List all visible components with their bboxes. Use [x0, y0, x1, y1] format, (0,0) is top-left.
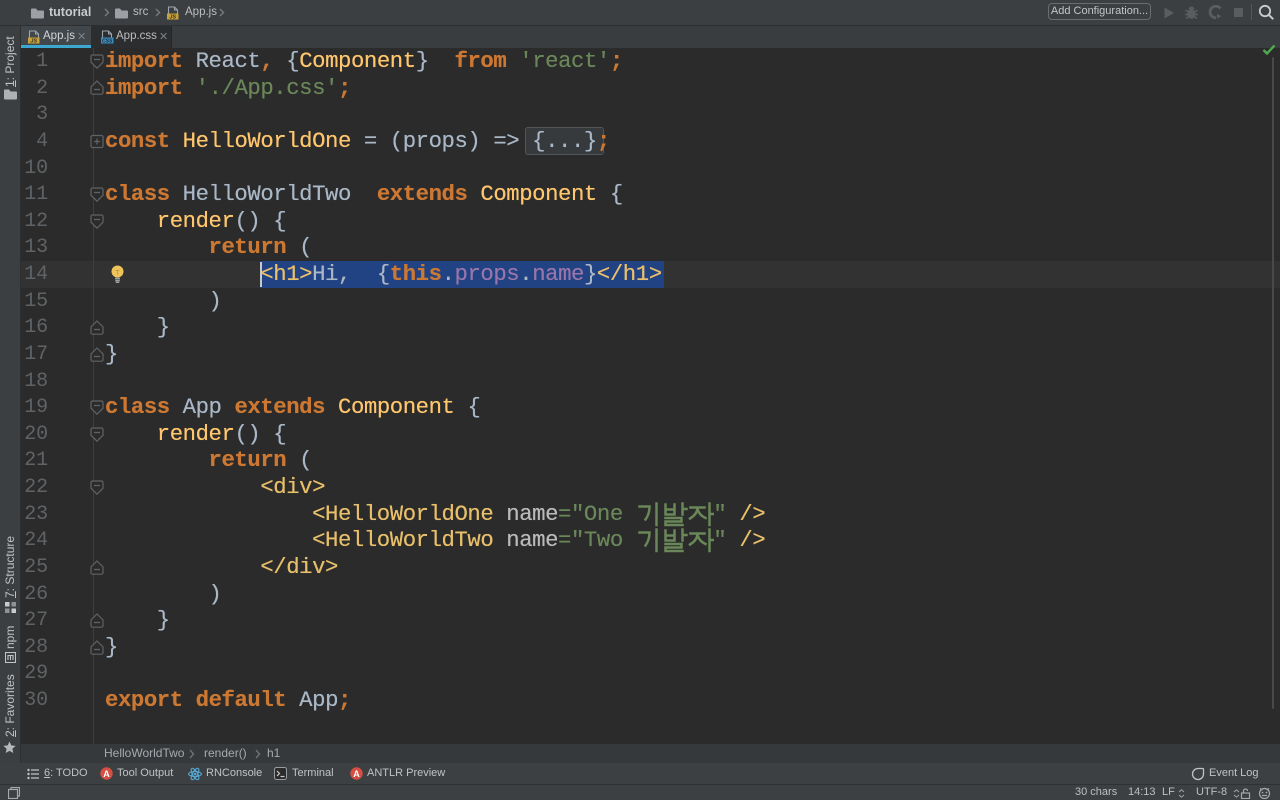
svg-text:JS: JS — [30, 39, 37, 44]
svg-text:A: A — [103, 769, 110, 779]
svg-text:CSS: CSS — [102, 39, 113, 44]
svg-text:A: A — [353, 769, 360, 779]
svg-text:JS: JS — [169, 15, 176, 20]
